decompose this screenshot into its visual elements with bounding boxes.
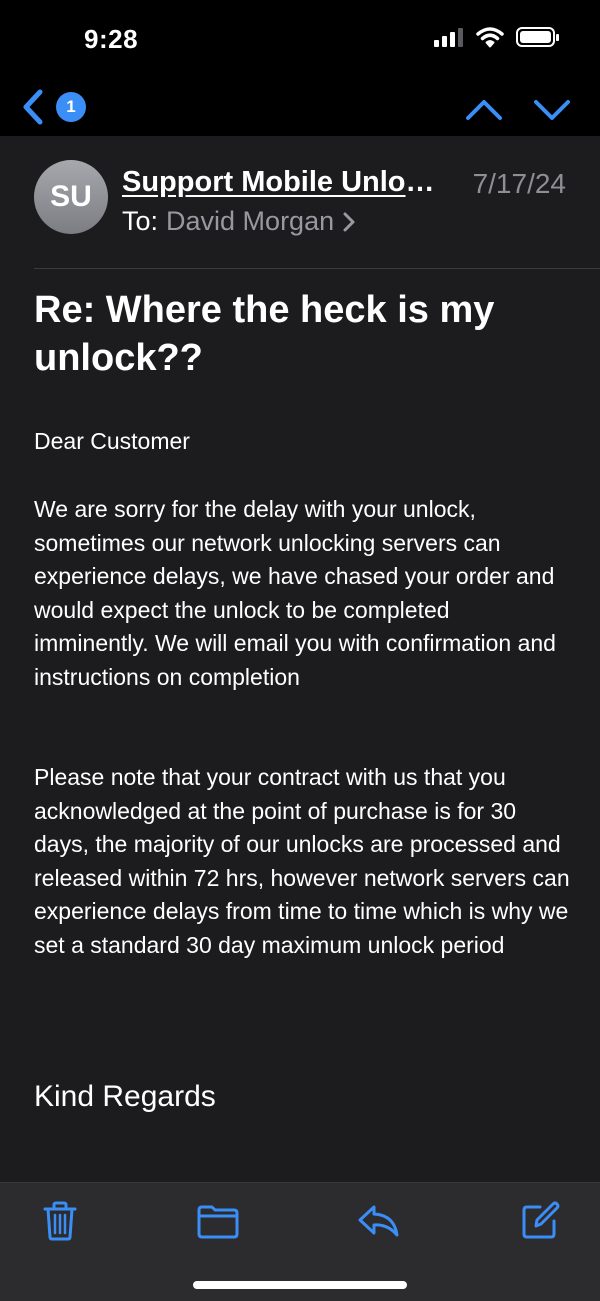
back-chevron-icon[interactable]: [16, 86, 56, 128]
reply-icon[interactable]: [356, 1199, 400, 1243]
status-time: 9:28: [84, 24, 139, 54]
home-indicator[interactable]: [193, 1281, 407, 1289]
up-arrow-icon[interactable]: [462, 88, 506, 128]
email-greeting: Dear Customer: [34, 428, 190, 454]
recipient-name[interactable]: David Morgan: [166, 206, 334, 237]
status-bar: 9:28: [0, 0, 600, 80]
sender-name[interactable]: Support Mobile Unlocks: [122, 166, 448, 199]
avatar[interactable]: SU: [34, 160, 108, 234]
recipient-line[interactable]: To: David Morgan: [122, 206, 356, 237]
header-divider: [34, 268, 600, 269]
chevron-right-icon: [343, 212, 355, 231]
folder-icon[interactable]: [196, 1199, 240, 1243]
signal-icon: [434, 28, 463, 47]
email-paragraph-2: Please note that your contract with us t…: [34, 764, 570, 958]
wifi-icon: [476, 27, 504, 48]
unread-count-badge: 1: [56, 92, 86, 122]
email-date: 7/17/24: [472, 168, 566, 199]
compose-icon[interactable]: [518, 1199, 562, 1243]
status-icons: [434, 26, 560, 48]
trash-icon[interactable]: [38, 1199, 82, 1243]
to-label: To:: [122, 206, 159, 236]
email-signoff: Kind Regards: [34, 1080, 216, 1113]
mail-nav-bar: 1: [0, 80, 600, 136]
email-header: SU Support Mobile Unlocks 7/17/24 To: Da…: [0, 136, 600, 268]
battery-icon: [516, 27, 559, 47]
email-subject: Re: Where the heck is my unlock??: [34, 289, 495, 379]
email-paragraph-1: We are sorry for the delay with your unl…: [34, 496, 556, 690]
down-arrow-icon[interactable]: [530, 88, 574, 128]
